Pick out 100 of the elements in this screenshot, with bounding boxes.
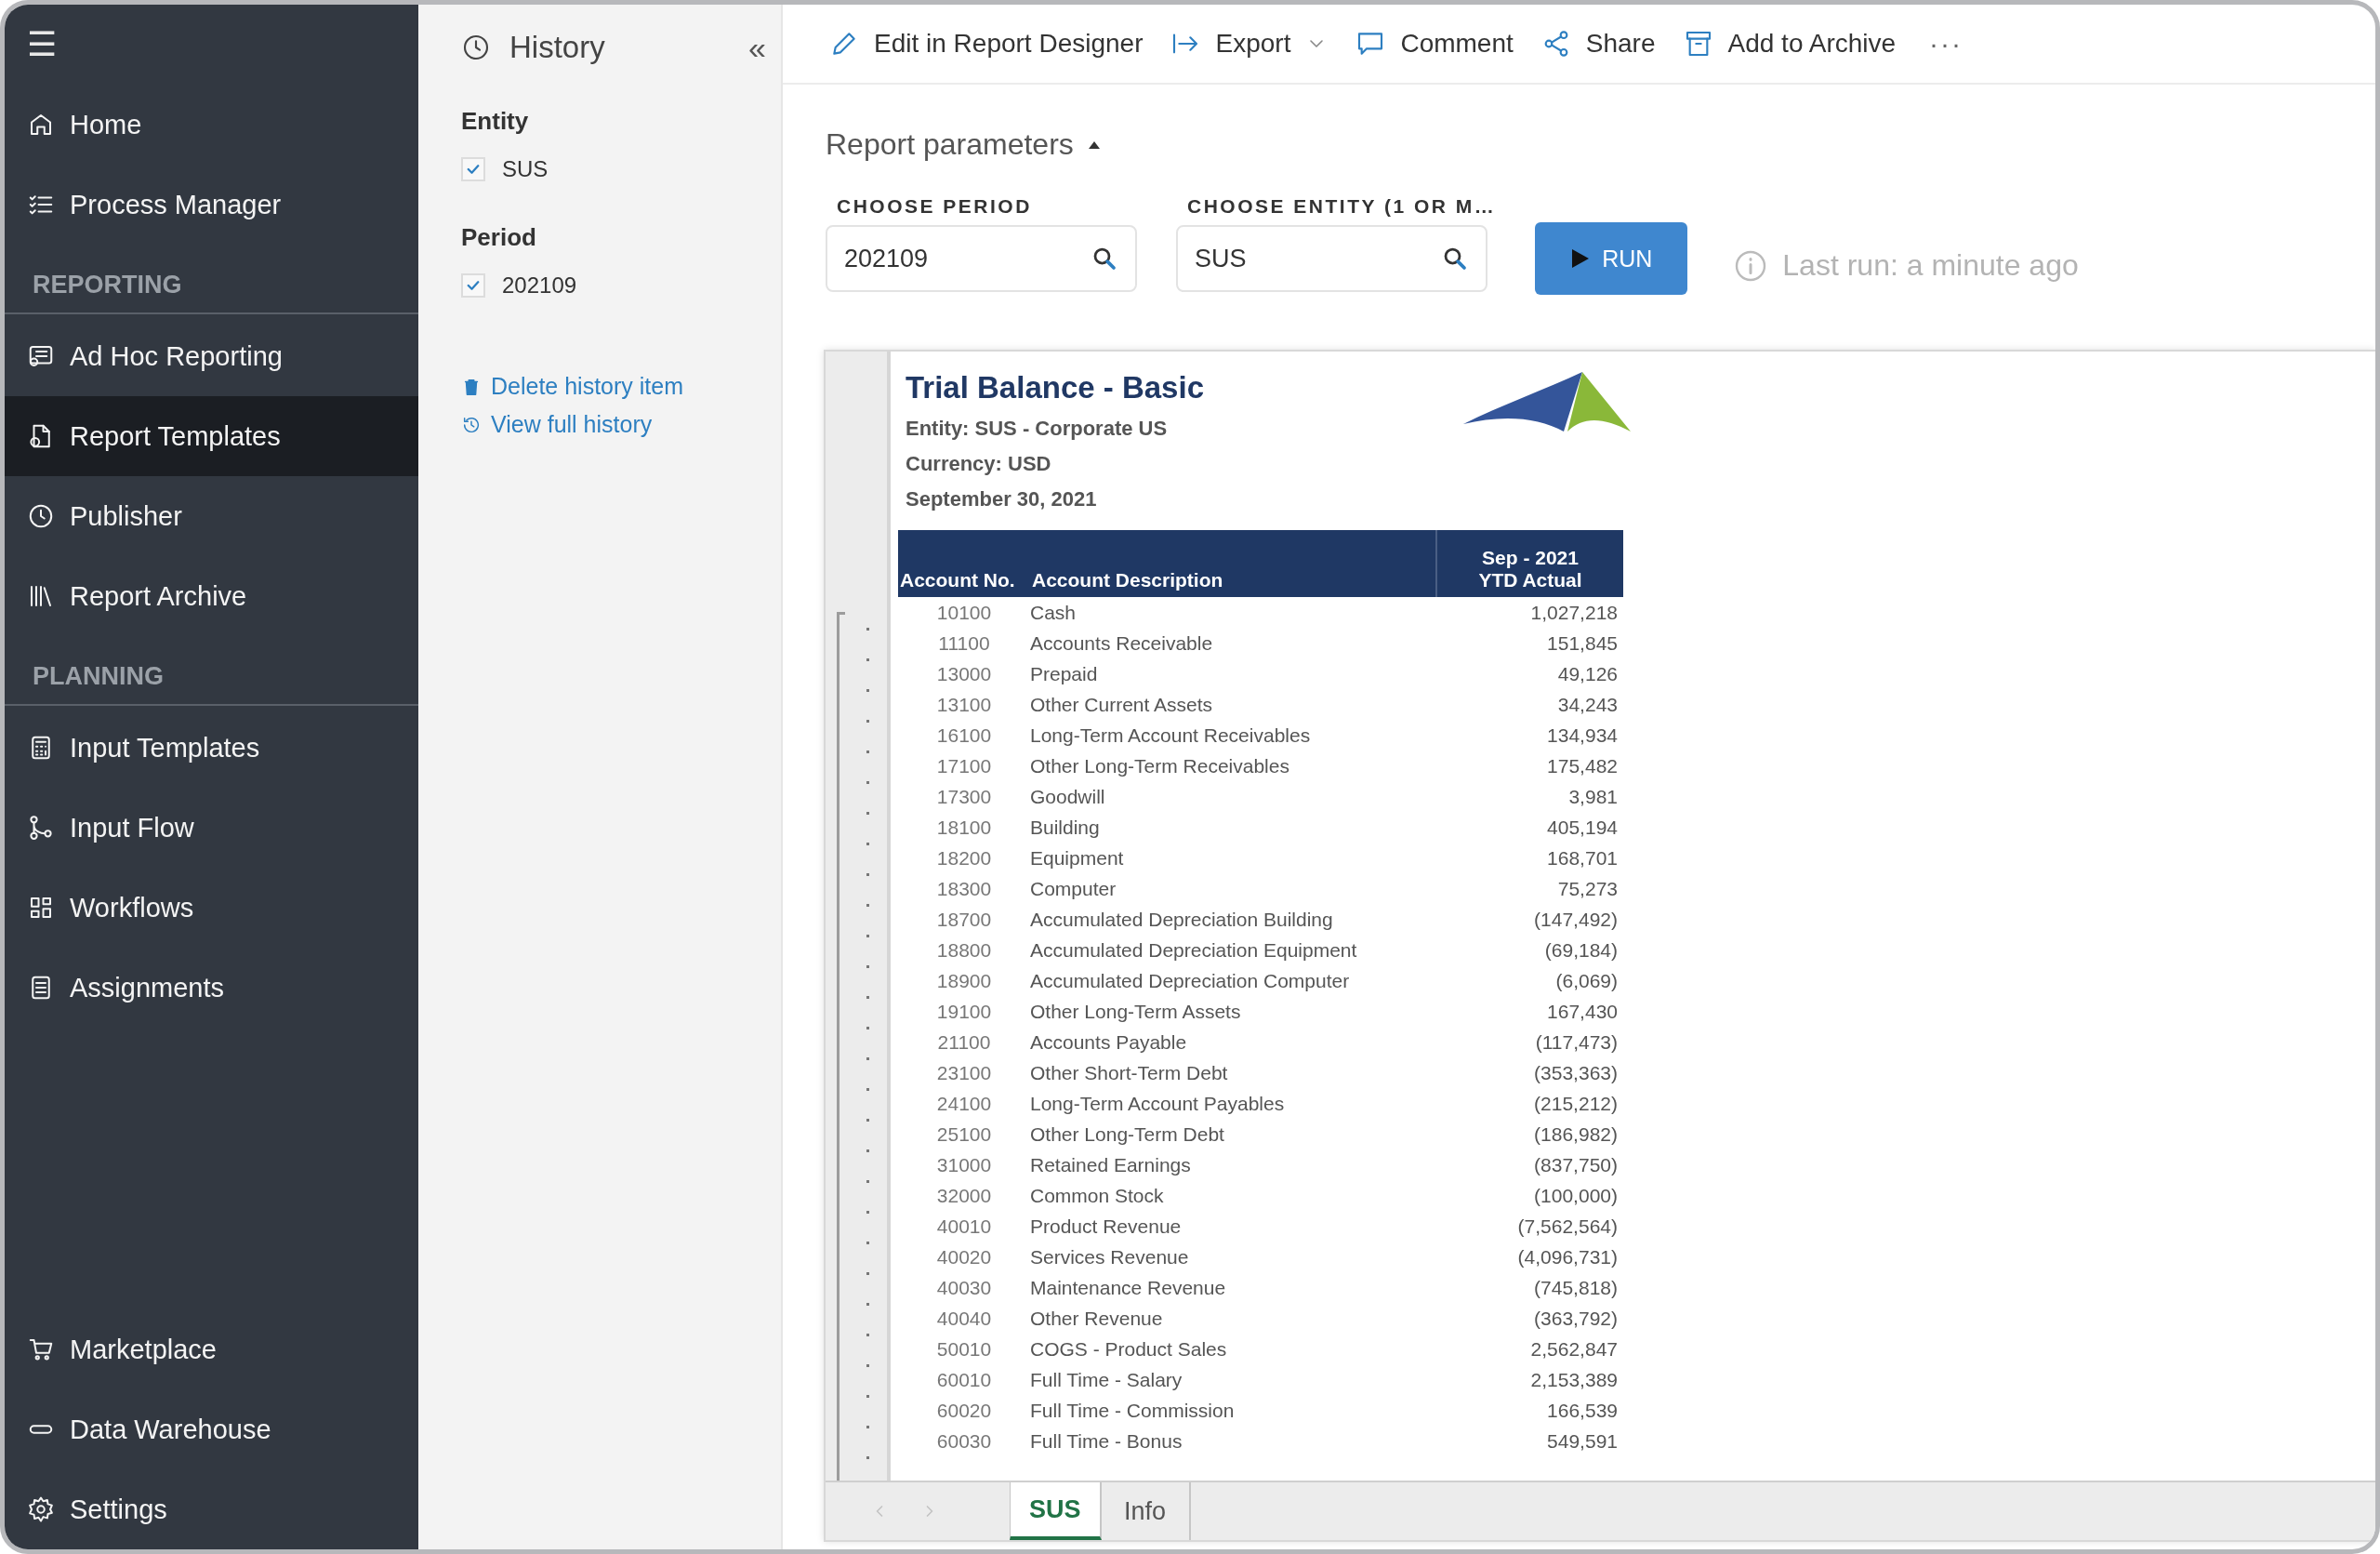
table-cell-text: (745,818) [1533, 1275, 1619, 1300]
table-cell-text: 60010 [935, 1367, 993, 1392]
settings-icon [27, 1495, 55, 1523]
table-cell-text: Long-Term Account Payables [1030, 1091, 1286, 1116]
table-cell-text: 549,591 [1546, 1428, 1619, 1454]
sidebar-item[interactable]: Report Templates [5, 396, 418, 476]
more-button[interactable]: ··· [1924, 27, 1969, 60]
run-button[interactable]: RUN [1535, 222, 1688, 295]
table-cell-text: (215,212) [1533, 1091, 1619, 1116]
toolbar-button[interactable]: Export [1170, 29, 1329, 59]
table-cell-text: (7,562,564) [1516, 1214, 1619, 1239]
table-cell-text: Building [1030, 815, 1101, 840]
table-cell-text: 40040 [935, 1306, 993, 1331]
table-cell-text: 2,562,847 [1529, 1336, 1619, 1361]
table-cell-text: 16100 [935, 723, 993, 748]
sidebar-item[interactable]: Report Archive [5, 556, 418, 636]
sidebar-label: Ad Hoc Reporting [70, 340, 283, 372]
table-cell-text: Maintenance Revenue [1030, 1275, 1227, 1300]
checkbox-label: SUS [502, 156, 549, 182]
table-cell-text: (147,492) [1533, 907, 1619, 932]
column-header: Account Description [1030, 530, 1436, 597]
sidebar-item[interactable]: Input Templates [5, 708, 418, 788]
collapse-button[interactable]: « [748, 29, 781, 66]
toolbar-button[interactable]: Comment [1355, 29, 1514, 59]
sidebar-item[interactable]: Settings [5, 1469, 418, 1549]
column-header: Sep - 2021 YTD Actual [1436, 530, 1623, 597]
table-cell-text: Product Revenue [1030, 1214, 1183, 1239]
sidebar-item[interactable]: Ad Hoc Reporting [5, 316, 418, 396]
table-cell: 11100 [898, 628, 1030, 658]
table-cell-text: Other Long-Term Assets [1030, 999, 1242, 1024]
sidebar-label: Assignments [70, 972, 224, 1003]
table-cell-text: 13100 [935, 692, 993, 717]
table-cell-text: Long-Term Account Receivables [1030, 723, 1312, 748]
table-cell-text: 166,539 [1546, 1398, 1619, 1423]
table-cell-text: Other Short-Term Debt [1030, 1060, 1229, 1085]
sidebar-item[interactable]: Workflows [5, 868, 418, 948]
table-cell-text: Accumulated Depreciation Building [1030, 907, 1334, 932]
table-cell-text: 50010 [935, 1336, 993, 1361]
table-cell-text: Prepaid [1030, 661, 1099, 686]
checkbox[interactable] [461, 157, 485, 181]
table-cell-text: Other Long-Term Debt [1030, 1122, 1225, 1147]
table-cell-text: Retained Earnings [1030, 1152, 1192, 1177]
sidebar-label: Workflows [70, 892, 194, 923]
table-cell-text: 3,981 [1567, 784, 1619, 809]
field-label: CHOOSE ENTITY (1 OR M… [1187, 195, 1497, 218]
sidebar-label: Marketplace [70, 1334, 217, 1365]
sidebar-item[interactable]: Home [5, 85, 418, 165]
table-cell-text: 40020 [935, 1244, 993, 1269]
table-cell-text: Accounts Payable [1030, 1029, 1188, 1055]
table-cell-text: Accumulated Depreciation Computer [1030, 968, 1351, 993]
toolbar-button[interactable]: Share [1540, 29, 1656, 59]
table-cell-text: 60030 [935, 1428, 993, 1454]
table-cell-text: 18100 [935, 815, 993, 840]
last-run-text: Last run: a minute ago [1782, 248, 2079, 283]
table-cell: 21100 [898, 1027, 1030, 1057]
report-subtitle: Currency: USD [906, 452, 1052, 476]
table-cell-text: 32000 [935, 1183, 993, 1208]
sidebar-item[interactable]: Publisher [5, 476, 418, 556]
section-toggle[interactable]: Report parameters [826, 127, 1100, 162]
table-cell-text: Accounts Receivable [1030, 631, 1214, 656]
table-cell-text: 168,701 [1546, 845, 1619, 870]
sidebar-item[interactable]: Assignments [5, 948, 418, 1028]
table-cell-text: 31000 [935, 1152, 993, 1177]
table-cell-text: 19100 [935, 999, 993, 1024]
table-cell-text: 18200 [935, 845, 993, 870]
table-cell-text: 17300 [935, 784, 993, 809]
table-cell-text: 175,482 [1546, 753, 1619, 778]
table-cell-text: 24100 [935, 1091, 993, 1116]
table-cell-text: Services Revenue [1030, 1244, 1190, 1269]
table-cell-text: 17100 [935, 753, 993, 778]
link[interactable]: Delete history item [461, 373, 781, 400]
table-cell-text: (186,982) [1533, 1122, 1619, 1147]
table-cell: 18900 [898, 965, 1030, 996]
caret-up-icon [1088, 140, 1100, 149]
sidebar-item[interactable]: Input Flow [5, 788, 418, 868]
sidebar-label: Input Templates [70, 732, 260, 764]
table-cell-text: 49,126 [1556, 661, 1619, 686]
link[interactable]: View full history [461, 411, 781, 438]
sidebar-item[interactable]: Marketplace [5, 1309, 418, 1389]
sheet-tab[interactable]: Info [1101, 1482, 1191, 1540]
table-cell-text: Other Revenue [1030, 1306, 1164, 1331]
table-cell-text: (4,096,731) [1516, 1244, 1619, 1269]
column-header: Account No. [898, 530, 1030, 597]
report-subtitle: Entity: SUS - Corporate US [906, 417, 1169, 441]
sidebar-label: Report Templates [70, 420, 281, 452]
menu-button[interactable]: ☰ [5, 5, 418, 85]
search-field[interactable]: SUS [1176, 225, 1488, 292]
table-cell-text: (6,069) [1554, 968, 1619, 993]
filter-label: Period [461, 223, 537, 252]
clock-icon [27, 502, 55, 530]
sheet-tab[interactable]: SUS [1010, 1482, 1102, 1540]
sidebar-item[interactable]: Process Manager [5, 165, 418, 245]
checkbox[interactable] [461, 273, 485, 298]
search-field[interactable]: 202109 [826, 225, 1137, 292]
sidebar-item[interactable]: Data Warehouse [5, 1389, 418, 1469]
clock-icon [461, 33, 491, 62]
toolbar-button[interactable]: Edit in Report Designer [829, 29, 1144, 59]
sidebar-label: Process Manager [70, 189, 282, 220]
table-cell-text: 2,153,389 [1529, 1367, 1619, 1392]
toolbar-button[interactable]: Add to Archive [1683, 29, 1897, 59]
